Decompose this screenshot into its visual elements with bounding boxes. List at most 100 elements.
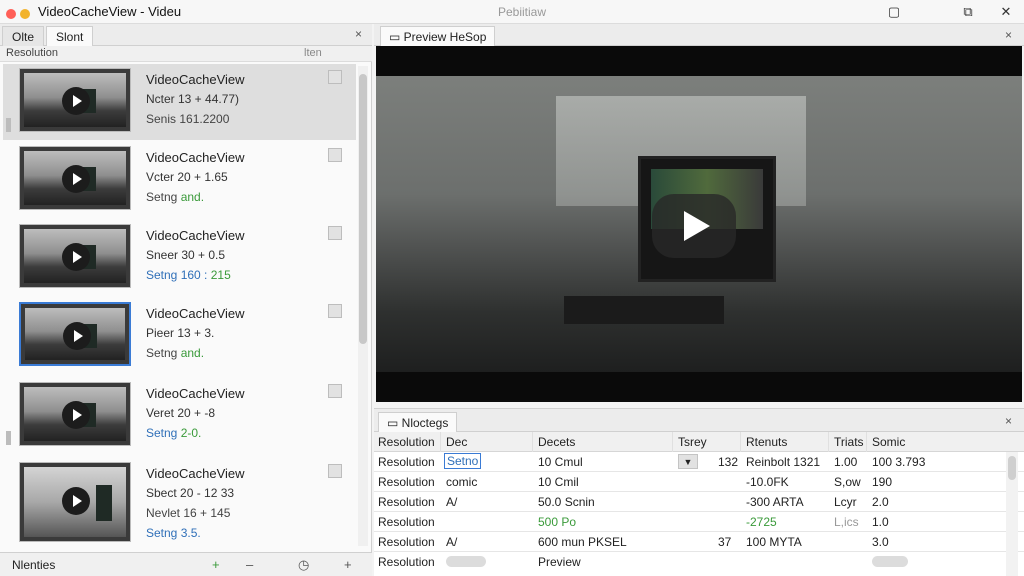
plus-icon[interactable]: + (344, 557, 352, 572)
table-row[interactable]: Resolution comic 10 Cmil -10.0FK S,ow 19… (374, 472, 1024, 492)
table-row[interactable]: Resolution Preview (374, 552, 1024, 572)
item-detail: Vcter 20 + 1.65 (146, 170, 228, 184)
table-row[interactable]: Resolution Setno 10 Cmul ▼ 132 Reinbolt … (374, 452, 1024, 472)
cell-resolution: Resolution (378, 475, 435, 489)
table-row[interactable]: Resolution 500 Po -2725 L,ics 1.0 (374, 512, 1024, 532)
video-thumbnail (19, 68, 131, 132)
cell-scroll-handle[interactable] (446, 556, 486, 567)
item-detail: Sbect 20 - 12 33 (146, 486, 235, 500)
list-item[interactable]: VideoCacheView Sneer 30 + 0.5 Setng 160 … (3, 220, 356, 296)
big-play-icon[interactable] (652, 194, 736, 258)
item-title: VideoCacheView (146, 466, 245, 481)
item-checkbox[interactable] (328, 464, 342, 478)
clock-icon[interactable]: ◷ (298, 557, 309, 573)
title-bar: VideoCacheView - Videu Pebiitiaw ▢ ⧉ ✕ (0, 0, 1024, 24)
play-icon[interactable] (62, 87, 90, 115)
play-icon[interactable] (62, 401, 90, 429)
play-icon[interactable] (62, 165, 90, 193)
header-triats[interactable]: Triats (834, 435, 864, 449)
cell-rtenuts: 100 MYTA (746, 535, 802, 549)
item-title: VideoCacheView (146, 150, 245, 165)
play-icon[interactable] (62, 243, 90, 271)
column-item[interactable]: lten (304, 47, 322, 59)
row-marker (6, 431, 11, 445)
cell-rtenuts: -300 ARTA (746, 495, 804, 509)
list-item[interactable]: VideoCacheView Veret 20 + -8 Setng 2-0. (3, 378, 356, 454)
details-grid: Resolution Dec Decets Tsrey Rtenuts Tria… (374, 432, 1024, 576)
table-row[interactable]: Resolution A/ 600 mun PKSEL 37 100 MYTA … (374, 532, 1024, 552)
add-icon[interactable]: + (212, 557, 220, 572)
left-pane-close-icon[interactable]: × (355, 27, 362, 41)
item-subdetail-extra: and. (180, 190, 205, 204)
minimize-dot-icon[interactable] (20, 9, 30, 19)
remove-icon[interactable]: – (246, 557, 253, 572)
table-row[interactable]: Resolution A/ 50.0 Scnin -300 ARTA Lcyr … (374, 492, 1024, 512)
header-resolution[interactable]: Resolution (378, 435, 435, 449)
cell-decets: 500 Po (538, 515, 577, 529)
item-checkbox[interactable] (328, 70, 342, 84)
item-checkbox[interactable] (328, 226, 342, 240)
header-dec[interactable]: Dec (446, 435, 467, 449)
tab-slont[interactable]: Slont (46, 26, 94, 46)
close-icon[interactable]: ✕ (996, 2, 1016, 22)
item-subdetail: Setng and. (146, 346, 204, 360)
preview-pane: ▭ Preview HeSop × ▭ Nloctegs × Resolutio… (374, 24, 1024, 576)
cell-dec-input[interactable]: Setno (444, 453, 482, 469)
play-icon[interactable] (63, 322, 91, 350)
cell-scroll-handle[interactable] (872, 556, 908, 567)
list-item[interactable]: VideoCacheView Sbect 20 - 12 33 Nevlet 1… (3, 458, 356, 550)
video-player[interactable] (376, 46, 1022, 402)
video-thumbnail (19, 302, 131, 366)
restore-icon[interactable]: ⧉ (958, 2, 978, 22)
grid-scrollbar[interactable] (1006, 452, 1018, 576)
cell-dec-edit[interactable]: Setno (444, 453, 482, 469)
grid-scrollbar-thumb[interactable] (1008, 456, 1016, 480)
list-item[interactable]: VideoCacheView Ncter 13 + 44.77) Senis 1… (3, 64, 356, 140)
item-subdetail-text: Setng 160 : (146, 268, 208, 282)
tab-olte[interactable]: Olte (2, 26, 45, 46)
item-subdetail-text: Setng (146, 426, 178, 440)
list-scrollbar[interactable] (358, 66, 368, 546)
video-thumbnail (19, 224, 131, 288)
cell-resolution: Resolution (378, 515, 435, 529)
cell-rtenuts: Reinbolt 1321 (746, 455, 821, 469)
list-scrollbar-thumb[interactable] (359, 74, 367, 344)
cell-decets: Preview (538, 555, 581, 569)
cell-triats: 1.00 (834, 455, 858, 469)
video-keyboard-shape (564, 296, 724, 324)
cell-rtenuts: -2725 (746, 515, 777, 529)
tab-details[interactable]: ▭ Nloctegs (378, 412, 458, 433)
item-subdetail-text: Senis 161.2200 (146, 112, 230, 126)
header-tsrey[interactable]: Tsrey (678, 435, 707, 449)
preview-close-icon[interactable]: × (1005, 28, 1012, 42)
grid-header: Resolution Dec Decets Tsrey Rtenuts Tria… (374, 432, 1024, 452)
video-thumbnail (19, 382, 131, 446)
cell-decets: 10 Cmil (538, 475, 579, 489)
play-icon[interactable] (62, 487, 90, 515)
details-close-icon[interactable]: × (1005, 414, 1012, 428)
header-somic[interactable]: Somic (872, 435, 905, 449)
item-title: VideoCacheView (146, 72, 245, 87)
cell-dec: comic (446, 475, 478, 489)
item-subdetail: Setng 2-0. (146, 426, 201, 440)
column-resolution[interactable]: Resolution (6, 47, 58, 59)
cell-decets: 10 Cmul (538, 455, 583, 469)
header-rtenuts[interactable]: Rtenuts (746, 435, 787, 449)
item-subdetail: Setng 160 : 215 (146, 268, 231, 282)
video-list-pane: Olte Slont × Resolution lten VideoCacheV… (0, 24, 372, 576)
cell-decets: 50.0 Scnin (538, 495, 595, 509)
cell-somic: 2.0 (872, 495, 889, 509)
minimize-icon[interactable]: ▢ (884, 2, 904, 22)
list-item[interactable]: VideoCacheView Pieer 13 + 3. Setng and. (3, 298, 356, 374)
close-dot-icon[interactable] (6, 9, 16, 19)
footer-label: Nlenties (12, 558, 56, 572)
item-checkbox[interactable] (328, 384, 342, 398)
header-decets[interactable]: Decets (538, 435, 575, 449)
dropdown-arrow-icon[interactable]: ▼ (678, 454, 698, 469)
details-tab-row: ▭ Nloctegs × (374, 408, 1024, 433)
item-checkbox[interactable] (328, 148, 342, 162)
cell-decets: 600 mun PKSEL (538, 535, 627, 549)
item-checkbox[interactable] (328, 304, 342, 318)
list-item[interactable]: VideoCacheView Vcter 20 + 1.65 Setng and… (3, 142, 356, 218)
tab-preview[interactable]: ▭ Preview HeSop (380, 26, 496, 46)
